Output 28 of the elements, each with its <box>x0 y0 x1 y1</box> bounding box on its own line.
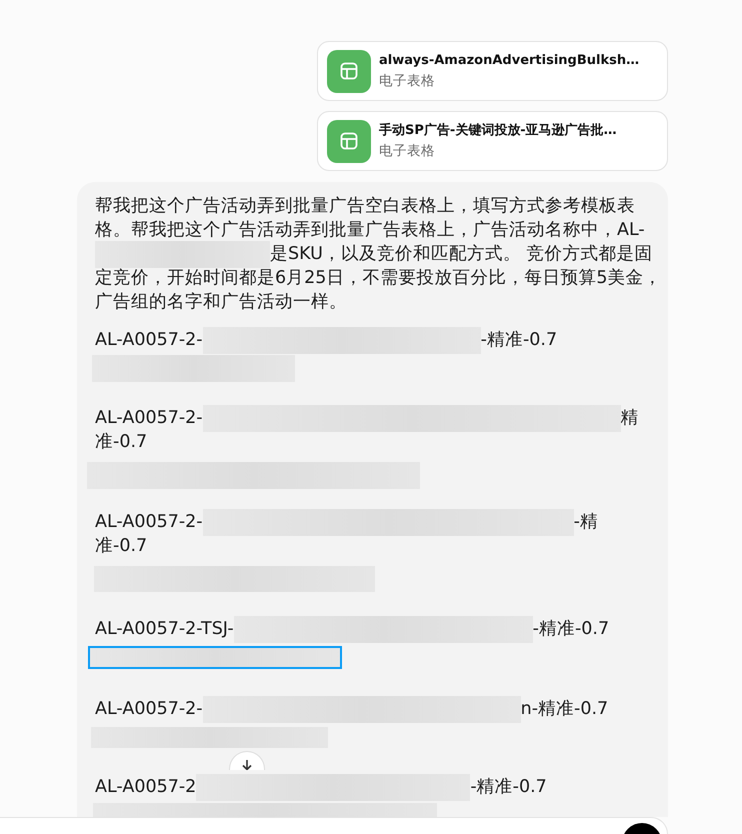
file-attachment-card[interactable]: always-AmazonAdvertisingBulksh… 电子表格 <box>317 41 668 101</box>
message-text: 准-0.7 <box>95 535 148 558</box>
message-text: 是SKU，以及竞价和匹配方式。 竞价方式都是固 <box>270 243 652 266</box>
message-text: AL-A0057-2 <box>95 776 196 799</box>
file-attachment-card[interactable]: 手动SP广告-关键词投放-亚马逊广告批… 电子表格 <box>317 111 668 171</box>
message-text: 精 <box>620 407 639 430</box>
file-name: 手动SP广告-关键词投放-亚马逊广告批… <box>379 122 617 140</box>
send-button[interactable] <box>622 823 662 834</box>
message-text: AL-A0057-2- <box>95 407 203 430</box>
file-name: always-AmazonAdvertisingBulksh… <box>379 52 640 70</box>
message-text: AL-A0057-2- <box>95 511 203 534</box>
message-text: 准-0.7 <box>95 431 148 454</box>
message-text: -精准-0.7 <box>532 618 610 641</box>
message-text: 定竞价，开始时间都是6月25日，不需要投放百分比，每日预算5美金，广告组的名字和广告活动一样。 <box>95 267 663 314</box>
spreadsheet-icon <box>327 120 371 162</box>
file-type: 电子表格 <box>379 72 436 91</box>
spreadsheet-icon <box>327 50 371 92</box>
message-text: AL-A0057-2- <box>95 698 203 721</box>
message-text: n-精准-0.7 <box>520 698 608 721</box>
message-text: AL-A0057-2- <box>95 329 203 352</box>
message-text: 帮我把这个广告活动弄到批量广告空白表格上，填写方式参考模板表格。帮我把这个广告活动弄到批量广告表格上，广告活动名称中，AL- <box>95 195 646 242</box>
message-input[interactable] <box>0 817 668 834</box>
message-text: -精准-0.7 <box>470 776 547 799</box>
arrow-down-icon <box>242 760 252 770</box>
message-text: AL-A0057-2-TSJ- <box>95 618 234 641</box>
message-text: -精准-0.7 <box>480 329 558 352</box>
message-text: -精 <box>574 511 598 534</box>
file-type: 电子表格 <box>379 142 436 161</box>
